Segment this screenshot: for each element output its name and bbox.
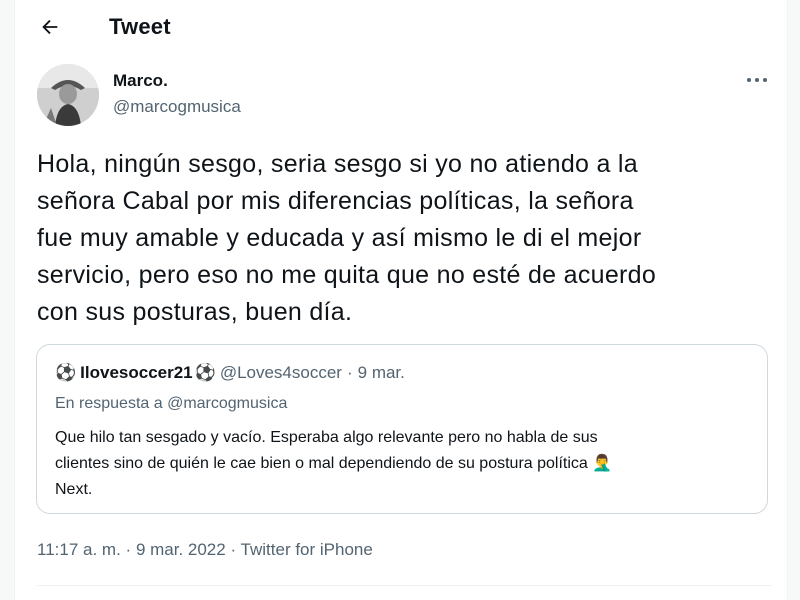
- profile-photo-icon: [37, 64, 99, 126]
- tweet-text-line: Hola, ningún sesgo, seria sesgo si yo no…: [37, 150, 638, 178]
- page-title: Tweet: [109, 14, 171, 39]
- tweet-source[interactable]: Twitter for iPhone: [241, 540, 373, 559]
- more-options-button[interactable]: [743, 70, 771, 90]
- quoted-text-line: Next.: [55, 481, 93, 498]
- tweet-metadata: 11:17 a. m. · 9 mar. 2022 · Twitter for …: [37, 540, 373, 560]
- tweet-text-line: fue muy amable y educada y así mismo le …: [37, 224, 642, 252]
- quoted-tweet-text: Que hilo tan sesgado y vacío. Esperaba a…: [55, 425, 755, 503]
- more-icon: [747, 78, 767, 82]
- divider: [37, 585, 772, 586]
- tweet-text: Hola, ningún sesgo, seria sesgo si yo no…: [37, 146, 757, 331]
- tweet-text-line: servicio, pero eso no me quita que no es…: [37, 261, 657, 289]
- tweet-time[interactable]: 11:17 a. m.: [37, 540, 121, 559]
- avatar[interactable]: [37, 64, 99, 126]
- quoted-author-name: Ilovesoccer21: [80, 363, 193, 382]
- author-handle[interactable]: @marcogmusica: [113, 97, 241, 117]
- tweet-page: Tweet Marco. @marcogmusica Hola, ningún …: [14, 0, 788, 600]
- separator: ·: [125, 540, 132, 559]
- author-name[interactable]: Marco.: [113, 71, 168, 91]
- quoted-text-line: clientes sino de quién le cae bien o mal…: [55, 455, 613, 472]
- tweet-date[interactable]: 9 mar. 2022: [136, 540, 226, 559]
- arrow-left-icon: [42, 19, 58, 35]
- quoted-tweet-header: ⚽ Ilovesoccer21 ⚽ @Loves4soccer · 9 mar.: [55, 363, 405, 383]
- tweet-text-line: señora Cabal por mis diferencias polític…: [37, 187, 634, 215]
- separator: ·: [230, 540, 237, 559]
- separator: ·: [346, 363, 353, 382]
- quoted-author-handle: @Loves4soccer: [219, 363, 342, 382]
- soccer-ball-icon: ⚽: [194, 363, 216, 382]
- quoted-date: 9 mar.: [357, 363, 405, 382]
- reply-mention[interactable]: @marcogmusica: [167, 395, 287, 412]
- quoted-tweet[interactable]: ⚽ Ilovesoccer21 ⚽ @Loves4soccer · 9 mar.…: [36, 344, 768, 514]
- page-header: Tweet: [15, 0, 787, 56]
- reply-context: En respuesta a @marcogmusica: [55, 395, 287, 413]
- tweet-text-line: con sus posturas, buen día.: [37, 298, 353, 326]
- soccer-ball-icon: ⚽: [55, 363, 77, 382]
- reply-prefix: En respuesta a: [55, 395, 163, 412]
- quoted-text-line: Que hilo tan sesgado y vacío. Esperaba a…: [55, 429, 598, 446]
- back-button[interactable]: [35, 12, 65, 42]
